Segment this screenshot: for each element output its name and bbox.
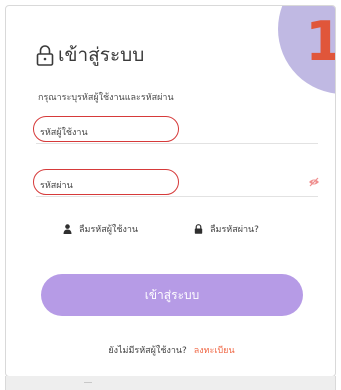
login-card: 1 เข้าสู่ระบบ กรุณาระบุรหัสผู้ใช้งานและร… — [5, 5, 336, 377]
lock-icon — [194, 224, 203, 234]
eye-slash-icon[interactable] — [308, 177, 320, 187]
forgot-username-link[interactable]: ลืมรหัสผู้ใช้งาน — [63, 222, 138, 236]
username-field — [33, 116, 318, 144]
page-title: เข้าสู่ระบบ — [58, 44, 145, 66]
page: 1 เข้าสู่ระบบ กรุณาระบุรหัสผู้ใช้งานและร… — [0, 0, 341, 390]
user-icon — [63, 224, 72, 234]
username-input[interactable] — [36, 122, 318, 143]
login-instructions: กรุณาระบุรหัสผู้ใช้งานและรหัสผ่าน — [38, 93, 174, 103]
forgot-password-link[interactable]: ลืมรหัสผ่าน? — [194, 222, 259, 236]
forgot-links: ลืมรหัสผู้ใช้งาน ลืมรหัสผ่าน? — [6, 222, 335, 238]
login-header: เข้าสู่ระบบ — [36, 42, 144, 68]
signup-link[interactable]: ลงทะเบียน — [194, 346, 235, 356]
divider — [84, 382, 92, 383]
forgot-password-label: ลืมรหัสผ่าน? — [210, 225, 259, 235]
lock-icon — [36, 45, 54, 66]
background-strip — [5, 376, 336, 390]
login-button[interactable]: เข้าสู่ระบบ — [41, 274, 303, 316]
password-field — [33, 169, 320, 197]
signup-prompt-row: ยังไม่มีรหัสผู้ใช้งาน? ลงทะเบียน — [6, 343, 335, 357]
password-input[interactable] — [36, 175, 318, 196]
forgot-username-label: ลืมรหัสผู้ใช้งาน — [79, 225, 139, 235]
signup-prompt: ยังไม่มีรหัสผู้ใช้งาน? — [108, 346, 187, 356]
step-number: 1 — [304, 14, 335, 70]
